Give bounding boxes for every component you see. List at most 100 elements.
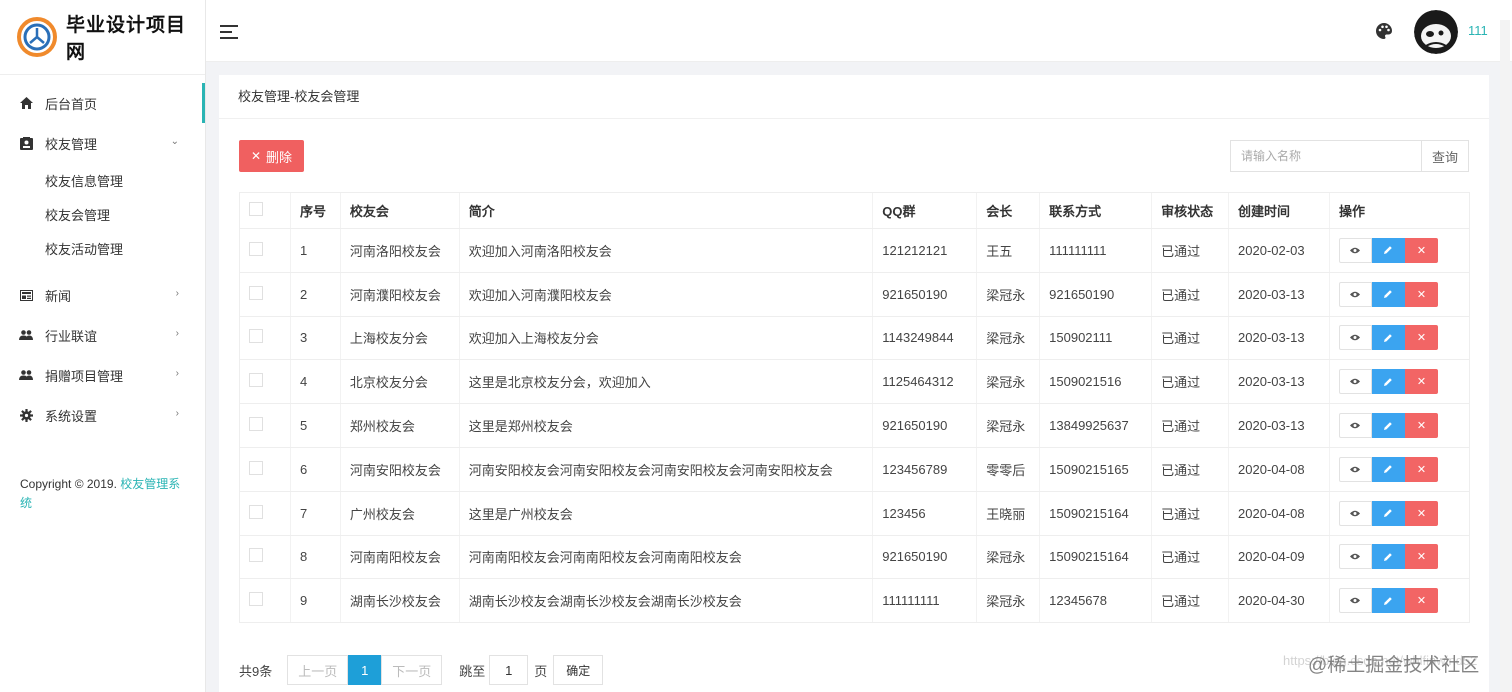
table-cell: 已通过: [1151, 359, 1229, 405]
delete-icon[interactable]: ✕: [1404, 281, 1438, 307]
table-cell: 3: [289, 315, 341, 361]
edit-icon[interactable]: [1371, 588, 1405, 614]
column-header: 简介: [458, 192, 873, 229]
delete-button-label: 删除: [266, 149, 293, 165]
table-row: 9 湖南长沙校友会 湖南长沙校友会湖南长沙校友会湖南长沙校友会 111111111 梁冠…: [239, 578, 1471, 624]
row-select-cell: [239, 578, 291, 624]
view-icon[interactable]: [1338, 456, 1372, 482]
people-icon: [18, 367, 34, 383]
delete-button[interactable]: ✕ 删除: [239, 140, 304, 172]
sidebar: 毕业设计项目网 后台首页 校友管理 ⌄ 校友信息管理 校友会管理 校友活动管理 …: [0, 0, 206, 692]
chevron-right-icon: ›: [175, 408, 179, 419]
search-button[interactable]: 查询: [1421, 140, 1469, 172]
sidebar-item-donation[interactable]: 捐赠项目管理 ›: [0, 355, 205, 395]
sidebar-subitem-alumni-activity[interactable]: 校友活动管理: [0, 231, 205, 265]
table-cell: 已通过: [1151, 490, 1229, 536]
sidebar-item-home[interactable]: 后台首页: [0, 83, 205, 123]
view-icon[interactable]: [1338, 544, 1372, 570]
row-actions: ✕: [1328, 359, 1471, 405]
delete-icon[interactable]: ✕: [1404, 413, 1438, 439]
delete-icon[interactable]: ✕: [1404, 544, 1438, 570]
table-row: 2 河南濮阳校友会 欢迎加入河南濮阳校友会 921650190 梁冠永 921650190…: [239, 271, 1471, 317]
delete-icon[interactable]: ✕: [1404, 237, 1438, 263]
row-checkbox[interactable]: [249, 329, 263, 344]
jump-confirm-button[interactable]: 确定: [553, 655, 604, 685]
row-actions: ✕: [1328, 490, 1471, 536]
edit-icon[interactable]: [1371, 456, 1405, 482]
table-cell: 上海校友分会: [339, 315, 460, 361]
jump-page-input[interactable]: [489, 655, 529, 685]
sidebar-subitem-alumni-association[interactable]: 校友会管理: [0, 197, 205, 231]
table-cell: 15090215165: [1039, 446, 1152, 492]
delete-icon[interactable]: ✕: [1404, 500, 1438, 526]
palette-icon[interactable]: [1375, 22, 1393, 40]
sidebar-subitem-alumni-info[interactable]: 校友信息管理: [0, 163, 205, 197]
scrollbar[interactable]: [1500, 20, 1510, 692]
avatar[interactable]: [1414, 10, 1458, 54]
edit-icon[interactable]: [1371, 325, 1405, 351]
sidebar-item-news[interactable]: 新闻 ›: [0, 275, 205, 315]
close-icon: ✕: [250, 149, 262, 163]
row-select-cell: [239, 403, 291, 448]
table-cell: 河南南阳校友会: [339, 534, 460, 580]
row-checkbox[interactable]: [249, 241, 263, 256]
current-page-button[interactable]: 1: [348, 655, 382, 685]
delete-icon[interactable]: ✕: [1404, 456, 1438, 482]
page-unit-label: 页: [534, 663, 548, 679]
column-header: 校友会: [339, 192, 460, 229]
table-cell: 梁冠永: [976, 359, 1040, 405]
table-cell: 湖南长沙校友会: [339, 578, 460, 624]
sidebar-item-alumni[interactable]: 校友管理 ⌄: [0, 123, 205, 163]
view-icon[interactable]: [1338, 413, 1372, 439]
table-row: 4 北京校友分会 这里是北京校友分会，欢迎加入 1125464312 梁冠永 150902…: [239, 359, 1471, 405]
delete-icon[interactable]: ✕: [1404, 325, 1438, 351]
table-cell: 王五: [976, 228, 1040, 273]
row-checkbox[interactable]: [249, 548, 263, 563]
edit-icon[interactable]: [1371, 281, 1405, 307]
view-icon[interactable]: [1338, 237, 1372, 263]
edit-icon[interactable]: [1371, 369, 1405, 395]
row-checkbox[interactable]: [249, 460, 263, 475]
username[interactable]: 111: [1468, 23, 1488, 38]
row-select-cell: [239, 271, 291, 317]
table-cell: 梁冠永: [976, 315, 1040, 361]
prev-page-button[interactable]: 上一页: [287, 655, 349, 685]
row-checkbox[interactable]: [249, 285, 263, 300]
edit-icon[interactable]: [1371, 237, 1405, 263]
view-icon[interactable]: [1338, 500, 1372, 526]
edit-icon[interactable]: [1371, 413, 1405, 439]
table-cell: 7: [289, 490, 341, 536]
table-cell: 广州校友会: [339, 490, 460, 536]
edit-icon[interactable]: [1371, 500, 1405, 526]
table-cell: 8: [289, 534, 341, 580]
select-all-checkbox[interactable]: [249, 202, 263, 216]
table-cell: 12345678: [1039, 578, 1152, 624]
chevron-down-icon: ⌄: [170, 136, 179, 147]
view-icon[interactable]: [1338, 588, 1372, 614]
table-cell: 123456789: [872, 446, 977, 492]
search-input[interactable]: [1230, 140, 1422, 172]
delete-icon[interactable]: ✕: [1404, 369, 1438, 395]
table-cell: 已通过: [1151, 578, 1229, 624]
view-icon[interactable]: [1338, 281, 1372, 307]
sidebar-item-industry[interactable]: 行业联谊 ›: [0, 315, 205, 355]
table-cell: 已通过: [1151, 534, 1229, 580]
sidebar-subitem-label: 校友会管理: [45, 207, 111, 223]
edit-icon[interactable]: [1371, 544, 1405, 570]
view-icon[interactable]: [1338, 369, 1372, 395]
row-checkbox[interactable]: [249, 373, 263, 388]
row-actions: ✕: [1328, 403, 1471, 448]
view-icon[interactable]: [1338, 325, 1372, 351]
logo[interactable]: 毕业设计项目网: [0, 0, 205, 75]
watermark-brand: @稀土掘金技术社区: [1308, 655, 1480, 676]
next-page-button[interactable]: 下一页: [381, 655, 443, 685]
delete-icon[interactable]: ✕: [1404, 588, 1438, 614]
table-header-row: 序号 校友会 简介 QQ群 会长 联系方式 审核状态 创建时间 操作: [239, 192, 1471, 229]
table-cell: 921650190: [872, 403, 977, 448]
table-row: 3 上海校友分会 欢迎加入上海校友分会 1143249844 梁冠永 150902111 已…: [239, 315, 1471, 361]
row-checkbox[interactable]: [249, 592, 263, 607]
row-checkbox[interactable]: [249, 504, 263, 519]
menu-toggle-icon[interactable]: [220, 25, 238, 39]
row-checkbox[interactable]: [249, 417, 263, 432]
sidebar-item-settings[interactable]: 系统设置 ›: [0, 395, 205, 435]
